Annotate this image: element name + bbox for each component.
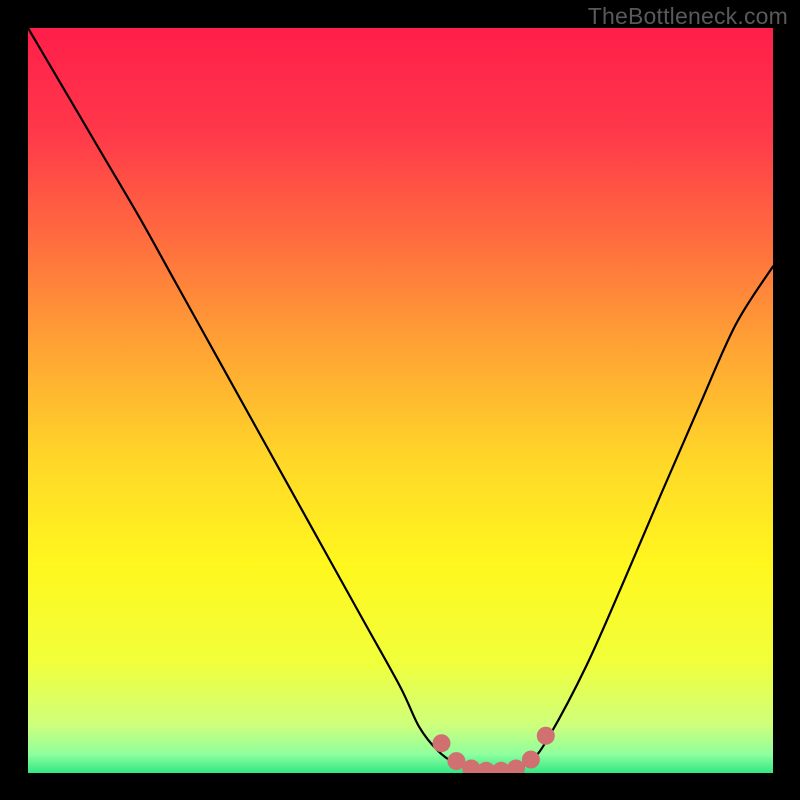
minimum-marker bbox=[537, 727, 555, 745]
minimum-marker bbox=[432, 734, 450, 752]
chart-container: TheBottleneck.com bbox=[0, 0, 800, 800]
bottleneck-curve bbox=[28, 28, 773, 771]
watermark-text: TheBottleneck.com bbox=[588, 3, 788, 30]
minimum-marker bbox=[522, 751, 540, 769]
curve-layer bbox=[28, 28, 773, 773]
plot-area bbox=[28, 28, 773, 773]
